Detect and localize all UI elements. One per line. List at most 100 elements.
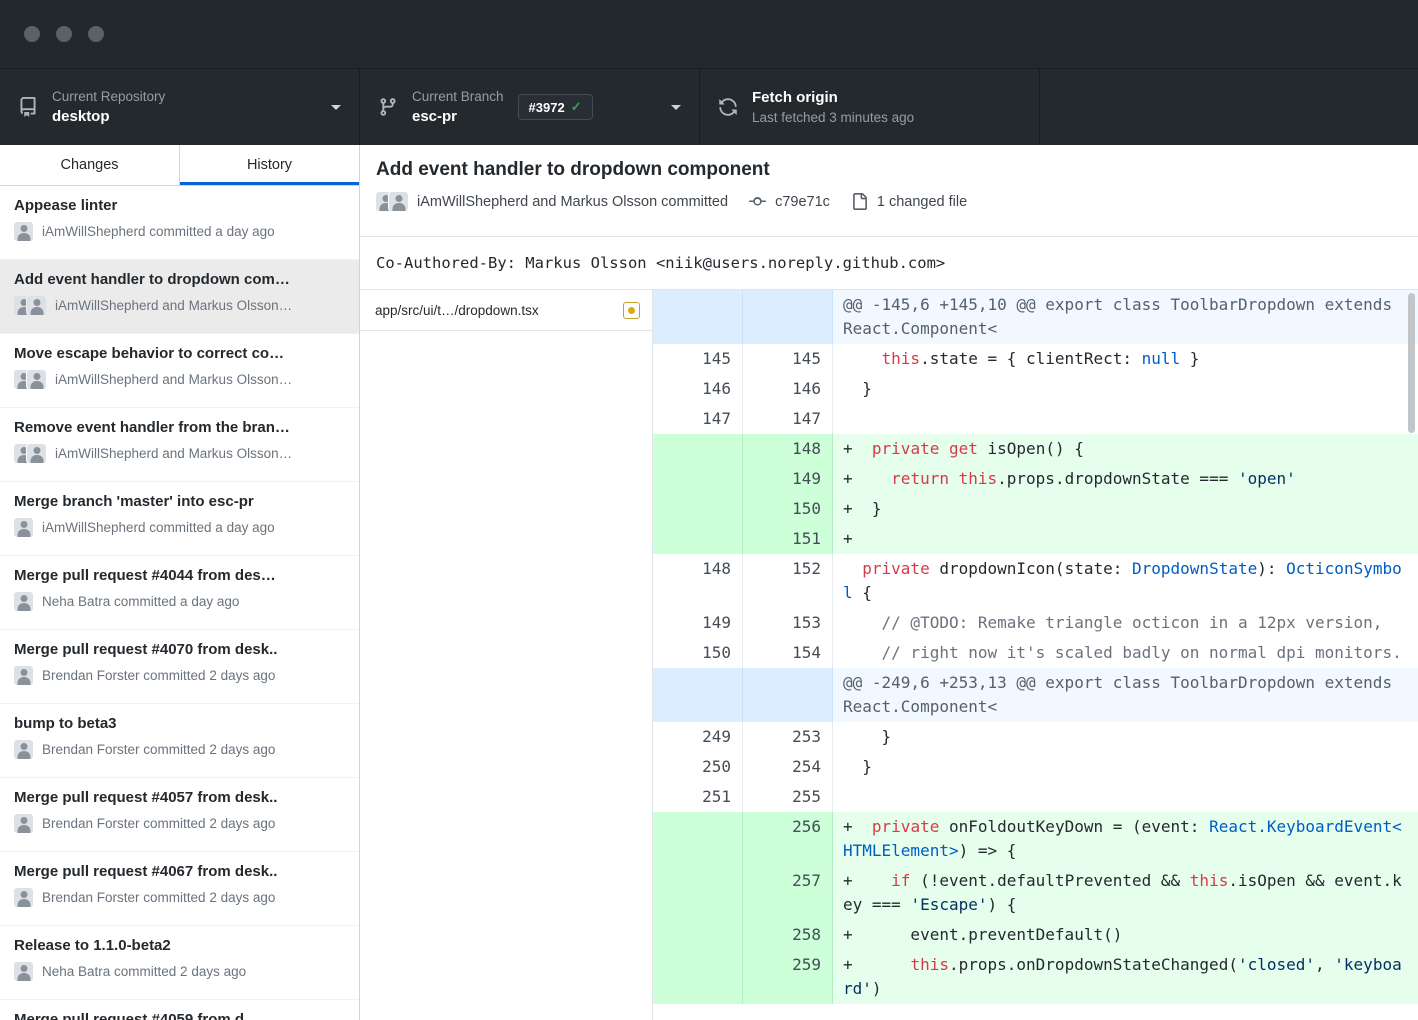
- old-line-number: [653, 434, 743, 464]
- commit-title: Merge pull request #4057 from desk..: [14, 789, 345, 806]
- commit-list-item[interactable]: Merge branch 'master' into esc-pr iAmWill…: [0, 482, 359, 556]
- diff-row-added: 259+ this.props.onDropdownStateChanged('…: [653, 950, 1418, 1004]
- old-line-number: [653, 920, 743, 950]
- commit-list-item[interactable]: Remove event handler from the bran…iAmWi…: [0, 408, 359, 482]
- modified-status-icon: [623, 302, 640, 319]
- sidebar-tabs: Changes History: [0, 145, 359, 186]
- zoom-button[interactable]: [88, 26, 104, 42]
- tab-changes[interactable]: Changes: [0, 145, 179, 185]
- diff-row-context: 150154 // right now it's scaled badly on…: [653, 638, 1418, 668]
- commit-title: Move escape behavior to correct co…: [14, 345, 345, 362]
- commit-title: Merge pull request #4044 from des…: [14, 567, 345, 584]
- commit-list-item[interactable]: Merge pull request #4067 from desk..Bren…: [0, 852, 359, 926]
- diff-code-line: [833, 782, 1418, 812]
- diff-code-line: + private get isOpen() {: [833, 434, 1418, 464]
- new-line-number: 146: [743, 374, 833, 404]
- diff-row-added: 257+ if (!event.defaultPrevented && this…: [653, 866, 1418, 920]
- current-branch-label: Current Branch: [412, 89, 504, 104]
- diff-code-line: }: [833, 722, 1418, 752]
- commit-list-item[interactable]: Merge pull request #4044 from des… Neha B…: [0, 556, 359, 630]
- changed-files-list: app/src/ui/t…/dropdown.tsx: [360, 290, 653, 1020]
- diff-code-line: + if (!event.defaultPrevented && this.is…: [833, 866, 1418, 920]
- current-branch-name: esc-pr: [412, 108, 504, 125]
- commit-list-item[interactable]: Release to 1.1.0-beta2Neha Batra committ…: [0, 926, 359, 1000]
- commit-detail-pane: Add event handler to dropdown component …: [360, 145, 1418, 1020]
- avatar-stack: [14, 740, 33, 759]
- commit-meta-text: Brendan Forster committed 2 days ago: [42, 668, 275, 683]
- diff-code-line: private dropdownIcon(state: DropdownStat…: [833, 554, 1418, 608]
- file-list-item[interactable]: app/src/ui/t…/dropdown.tsx: [360, 290, 652, 331]
- diff-row-context: 251255: [653, 782, 1418, 812]
- repo-icon: [18, 97, 38, 117]
- commit-list-item[interactable]: Appease linter iAmWillShepherd committed …: [0, 186, 359, 260]
- new-line-number: 259: [743, 950, 833, 1004]
- commit-title: Remove event handler from the bran…: [14, 419, 345, 436]
- commit-sha[interactable]: c79e71c: [775, 194, 830, 210]
- old-line-number: 145: [653, 344, 743, 374]
- commit-meta-text: Neha Batra committed a day ago: [42, 594, 239, 609]
- avatar-stack: [14, 222, 33, 241]
- new-line-number: 152: [743, 554, 833, 608]
- chevron-down-icon: [331, 105, 341, 110]
- diff-code-line: }: [833, 752, 1418, 782]
- pull-request-badge[interactable]: #3972 ✓: [518, 94, 593, 120]
- avatar: [14, 740, 33, 759]
- diff-viewer: @@ -145,6 +145,10 @@ export class Toolba…: [653, 290, 1418, 1020]
- diff-code-line: + private onFoldoutKeyDown = (event: Rea…: [833, 812, 1418, 866]
- diff-row-added: 149+ return this.props.dropdownState ===…: [653, 464, 1418, 494]
- branch-switcher-button[interactable]: Current Branch esc-pr #3972 ✓: [360, 69, 700, 145]
- new-line-number: 255: [743, 782, 833, 812]
- commit-title: Appease linter: [14, 197, 345, 214]
- commit-list-item[interactable]: Merge pull request #4057 from desk..Bren…: [0, 778, 359, 852]
- old-line-number: 150: [653, 638, 743, 668]
- commit-list-item[interactable]: bump to beta3Brendan Forster committed 2…: [0, 704, 359, 778]
- commit-title: Merge branch 'master' into esc-pr: [14, 493, 345, 510]
- diff-row-added: 256+ private onFoldoutKeyDown = (event: …: [653, 812, 1418, 866]
- commit-header: Add event handler to dropdown component …: [360, 145, 1418, 237]
- close-button[interactable]: [24, 26, 40, 42]
- repository-switcher-button[interactable]: Current Repository desktop: [0, 69, 360, 145]
- git-commit-icon: [749, 193, 766, 210]
- new-line-number: 257: [743, 866, 833, 920]
- avatar: [14, 592, 33, 611]
- old-line-number: 149: [653, 608, 743, 638]
- commit-title: Merge pull request #4070 from desk..: [14, 641, 345, 658]
- commit-list: Appease linter iAmWillShepherd committed …: [0, 186, 359, 1020]
- avatar: [27, 444, 46, 463]
- commit-meta-text: iAmWillShepherd and Markus Olsson…: [55, 298, 292, 313]
- commit-list-item[interactable]: Merge pull request #4059 from d…: [0, 1000, 359, 1020]
- avatar: [27, 296, 46, 315]
- diff-code-line: + return this.props.dropdownState === 'o…: [833, 464, 1418, 494]
- commit-title: bump to beta3: [14, 715, 345, 732]
- new-line-number: 253: [743, 722, 833, 752]
- commit-list-item[interactable]: Merge pull request #4070 from desk.. Bren…: [0, 630, 359, 704]
- diff-scrollbar[interactable]: [1408, 293, 1415, 433]
- diff-code-line: this.state = { clientRect: null }: [833, 344, 1418, 374]
- diff-row-added: 258+ event.preventDefault(): [653, 920, 1418, 950]
- old-line-number: [653, 950, 743, 1004]
- file-path: app/src/ui/t…/dropdown.tsx: [375, 303, 615, 318]
- commit-title: Add event handler to dropdown com…: [14, 271, 345, 288]
- avatar: [389, 192, 408, 211]
- avatar: [14, 814, 33, 833]
- avatar-stack: [14, 518, 33, 537]
- commit-title: Merge pull request #4059 from d…: [14, 1011, 345, 1020]
- new-line-number: 153: [743, 608, 833, 638]
- old-line-number: 146: [653, 374, 743, 404]
- commit-meta-text: iAmWillShepherd committed a day ago: [42, 224, 275, 239]
- tab-history[interactable]: History: [179, 145, 359, 185]
- diff-row-context: 148152 private dropdownIcon(state: Dropd…: [653, 554, 1418, 608]
- chevron-down-icon: [671, 105, 681, 110]
- commit-list-item[interactable]: Add event handler to dropdown com… iAmWil…: [0, 260, 359, 334]
- diff-row-context: 147147: [653, 404, 1418, 434]
- avatar-stack: [376, 192, 408, 211]
- minimize-button[interactable]: [56, 26, 72, 42]
- fetch-origin-button[interactable]: Fetch origin Last fetched 3 minutes ago: [700, 69, 1040, 145]
- new-line-number: 148: [743, 434, 833, 464]
- new-line-number: 150: [743, 494, 833, 524]
- commit-meta-text: iAmWillShepherd committed a day ago: [42, 520, 275, 535]
- titlebar: [0, 0, 1418, 68]
- old-line-number: [653, 464, 743, 494]
- diff-row-added: 148+ private get isOpen() {: [653, 434, 1418, 464]
- commit-list-item[interactable]: Move escape behavior to correct co…iAmWi…: [0, 334, 359, 408]
